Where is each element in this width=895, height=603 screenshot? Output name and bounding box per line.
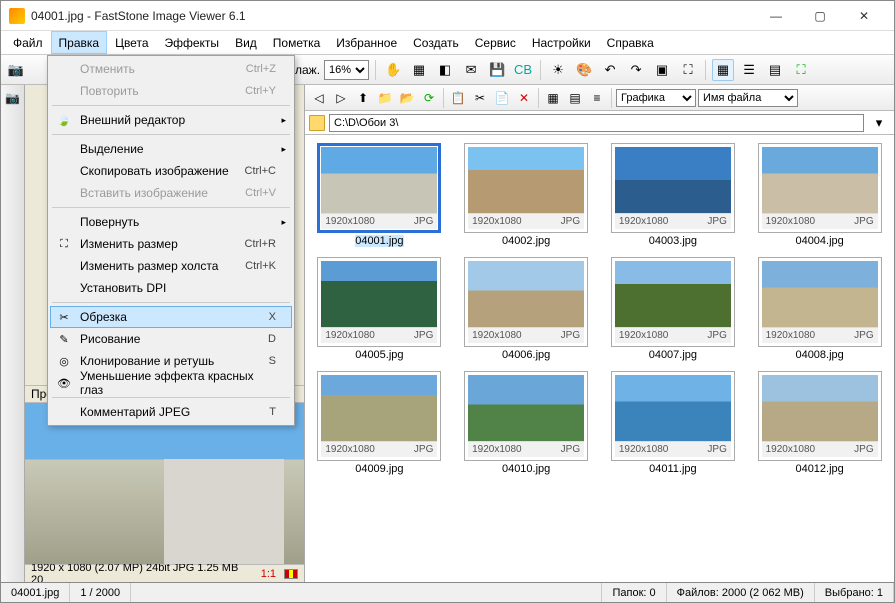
email-icon[interactable]: ✉: [460, 59, 482, 81]
menu-правка[interactable]: Правка: [51, 31, 108, 54]
thumb-04002.jpg[interactable]: 1920x1080JPG 04002.jpg: [460, 143, 593, 247]
menu-item-19[interactable]: Комментарий JPEGT: [50, 401, 292, 423]
nav-up-icon[interactable]: ⬆: [353, 88, 373, 108]
status-selected: Выбрано: 1: [815, 583, 894, 602]
menu-item-1: ПовторитьCtrl+Y: [50, 80, 292, 102]
menu-item-6[interactable]: Скопировать изображениеCtrl+C: [50, 160, 292, 182]
menu-item-7: Вставить изображениеCtrl+V: [50, 182, 292, 204]
tiles-icon[interactable]: ▤: [565, 88, 585, 108]
slideshow-icon[interactable]: ▦: [408, 59, 430, 81]
path-input[interactable]: [329, 114, 864, 132]
menu-справка[interactable]: Справка: [599, 31, 662, 54]
path-bar: ▾: [305, 111, 894, 135]
path-dropdown-icon[interactable]: ▾: [868, 112, 890, 134]
status-folders: Папок: 0: [602, 583, 666, 602]
thumb-04010.jpg[interactable]: 1920x1080JPG 04010.jpg: [460, 371, 593, 475]
menu-item-5[interactable]: Выделение▸: [50, 138, 292, 160]
thumb-04005.jpg[interactable]: 1920x1080JPG 04005.jpg: [313, 257, 446, 361]
menu-пометка[interactable]: Пометка: [265, 31, 329, 54]
rail-camera-icon[interactable]: 📷: [4, 89, 22, 107]
status-position: 1 / 2000: [70, 583, 131, 602]
zoom-select[interactable]: 16%: [324, 60, 369, 80]
window-title: 04001.jpg - FastStone Image Viewer 6.1: [31, 9, 246, 23]
fullscreen-icon[interactable]: ⛶: [790, 59, 812, 81]
sort-select[interactable]: Имя файла: [698, 89, 798, 107]
close-button[interactable]: ✕: [842, 2, 886, 30]
thumb-04008.jpg[interactable]: 1920x1080JPG 04008.jpg: [753, 257, 886, 361]
compare-icon[interactable]: ◧: [434, 59, 456, 81]
folder-icon[interactable]: 📁: [375, 88, 395, 108]
right-pane: ◁ ▷ ⬆ 📁 📂 ⟳ 📋 ✂ 📄 ✕ ▦ ▤ ≡ Графика Имя фа…: [305, 85, 894, 582]
menu-item-11[interactable]: Изменить размер холстаCtrl+K: [50, 255, 292, 277]
menu-item-0: ОтменитьCtrl+Z: [50, 58, 292, 80]
camera-icon[interactable]: 📷: [5, 59, 27, 81]
preview-info-bar: 1920 x 1080 (2.07 MP) 24bit JPG 1.25 MB …: [25, 564, 304, 582]
view-thumbs-icon[interactable]: ▦: [712, 59, 734, 81]
menu-item-12[interactable]: Установить DPI: [50, 277, 292, 299]
filter-select[interactable]: Графика: [616, 89, 696, 107]
view-list-icon[interactable]: ☰: [738, 59, 760, 81]
menu-item-9[interactable]: Повернуть▸: [50, 211, 292, 233]
view-detail-icon[interactable]: ▤: [764, 59, 786, 81]
thumb-04012.jpg[interactable]: 1920x1080JPG 04012.jpg: [753, 371, 886, 475]
menu-сервис[interactable]: Сервис: [467, 31, 524, 54]
minimize-button[interactable]: —: [754, 2, 798, 30]
selectall-icon[interactable]: ▦: [543, 88, 563, 108]
nav-fwd-icon[interactable]: ▷: [331, 88, 351, 108]
menu-файл[interactable]: Файл: [5, 31, 51, 54]
titlebar: 04001.jpg - FastStone Image Viewer 6.1 —…: [1, 1, 894, 31]
rotate-left-icon[interactable]: ↶: [599, 59, 621, 81]
save-icon[interactable]: 💾: [486, 59, 508, 81]
zoom-label: лаж.: [295, 63, 320, 77]
left-rail: 📷: [1, 85, 25, 582]
thumb-04003.jpg[interactable]: 1920x1080JPG 04003.jpg: [607, 143, 740, 247]
resize-icon[interactable]: ⛶: [677, 59, 699, 81]
thumbnail-grid: 1920x1080JPG 04001.jpg 1920x1080JPG 0400…: [305, 135, 894, 582]
maximize-button[interactable]: ▢: [798, 2, 842, 30]
paste-icon[interactable]: 📄: [492, 88, 512, 108]
app-icon: [9, 8, 25, 24]
status-bar: 04001.jpg 1 / 2000 Папок: 0 Файлов: 2000…: [1, 582, 894, 602]
navigation-toolbar: ◁ ▷ ⬆ 📁 📂 ⟳ 📋 ✂ 📄 ✕ ▦ ▤ ≡ Графика Имя фа…: [305, 85, 894, 111]
menu-избранное[interactable]: Избранное: [328, 31, 405, 54]
flag-icon: [284, 569, 298, 579]
menu-настройки[interactable]: Настройки: [524, 31, 599, 54]
menu-item-15[interactable]: ✎РисованиеD: [50, 328, 292, 350]
preview-image[interactable]: [25, 403, 304, 564]
nav-back-icon[interactable]: ◁: [309, 88, 329, 108]
menu-item-3[interactable]: 🍃Внешний редактор▸: [50, 109, 292, 131]
color-icon[interactable]: 🎨: [573, 59, 595, 81]
thumb-04001.jpg[interactable]: 1920x1080JPG 04001.jpg: [313, 143, 446, 247]
menu-эффекты[interactable]: Эффекты: [157, 31, 228, 54]
print-icon[interactable]: CB: [512, 59, 534, 81]
status-file: 04001.jpg: [1, 583, 70, 602]
thumb-04009.jpg[interactable]: 1920x1080JPG 04009.jpg: [313, 371, 446, 475]
thumb-04011.jpg[interactable]: 1920x1080JPG 04011.jpg: [607, 371, 740, 475]
brightness-icon[interactable]: ☀: [547, 59, 569, 81]
folder2-icon[interactable]: 📂: [397, 88, 417, 108]
thumb-04006.jpg[interactable]: 1920x1080JPG 04006.jpg: [460, 257, 593, 361]
menu-item-14[interactable]: ✂ОбрезкаX: [50, 306, 292, 328]
menu-item-17[interactable]: 👁Уменьшение эффекта красных глаз: [50, 372, 292, 394]
menu-создать[interactable]: Создать: [405, 31, 467, 54]
menu-вид[interactable]: Вид: [227, 31, 265, 54]
path-folder-icon: [309, 115, 325, 131]
delete-icon[interactable]: ✕: [514, 88, 534, 108]
copy-icon[interactable]: 📋: [448, 88, 468, 108]
rotate-right-icon[interactable]: ↷: [625, 59, 647, 81]
edit-menu-dropdown: ОтменитьCtrl+ZПовторитьCtrl+Y 🍃Внешний ре…: [47, 55, 295, 426]
refresh-icon[interactable]: ⟳: [419, 88, 439, 108]
status-files: Файлов: 2000 (2 062 MB): [667, 583, 815, 602]
thumb-04007.jpg[interactable]: 1920x1080JPG 04007.jpg: [607, 257, 740, 361]
menu-цвета[interactable]: Цвета: [107, 31, 156, 54]
crop-icon[interactable]: ▣: [651, 59, 673, 81]
hand-icon[interactable]: ✋: [382, 59, 404, 81]
cut-icon[interactable]: ✂: [470, 88, 490, 108]
options-icon[interactable]: ≡: [587, 88, 607, 108]
menu-item-10[interactable]: ⛶Изменить размерCtrl+R: [50, 233, 292, 255]
menubar: ФайлПравкаЦветаЭффектыВидПометкаИзбранно…: [1, 31, 894, 55]
thumb-04004.jpg[interactable]: 1920x1080JPG 04004.jpg: [753, 143, 886, 247]
